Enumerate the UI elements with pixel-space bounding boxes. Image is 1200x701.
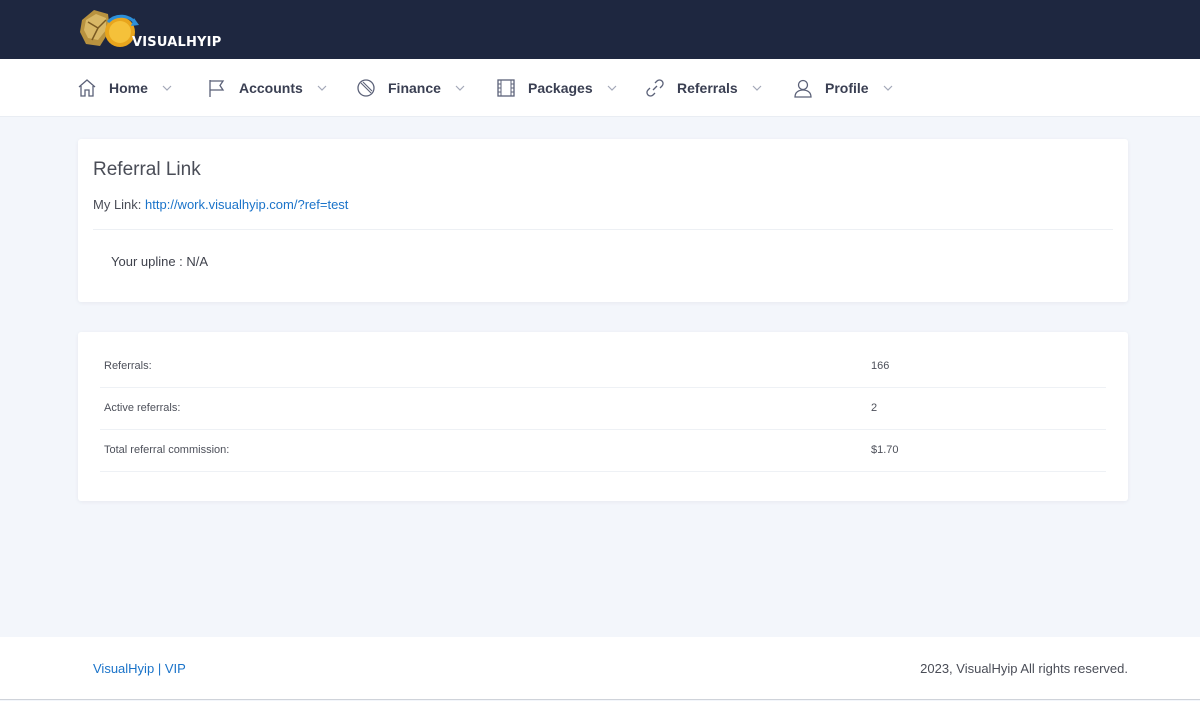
- footer-links: VisualHyip | VIP: [93, 661, 186, 676]
- chevron-down-icon: [883, 85, 893, 91]
- brand-logo[interactable]: VISUALHYIP: [78, 4, 238, 54]
- stat-value: $1.70: [871, 444, 899, 456]
- divider: [93, 229, 1113, 230]
- my-link-row: My Link: http://work.visualhyip.com/?ref…: [93, 197, 348, 212]
- nav-label-profile: Profile: [825, 80, 869, 96]
- footer-separator: |: [157, 661, 162, 676]
- page-title: Referral Link: [93, 159, 201, 180]
- upline-text: Your upline : N/A: [111, 254, 209, 269]
- nav-item-finance[interactable]: Finance: [356, 59, 465, 117]
- nav-item-referrals[interactable]: Referrals: [645, 59, 762, 117]
- user-icon: [794, 79, 812, 98]
- main-nav: Home Accounts Finance Packages Referrals: [0, 59, 1200, 117]
- brand-name: VISUALHYIP: [132, 35, 222, 50]
- stat-value: 2: [871, 402, 878, 414]
- nav-item-profile[interactable]: Profile: [793, 59, 893, 117]
- footer-link-visualhyip[interactable]: VisualHyip: [93, 661, 154, 676]
- coin-icon: [357, 79, 375, 97]
- footer: VisualHyip | VIP 2023, VisualHyip All ri…: [0, 637, 1200, 700]
- nav-label-referrals: Referrals: [677, 80, 738, 96]
- chevron-down-icon: [455, 85, 465, 91]
- table-row: Referrals: 166: [100, 346, 1106, 388]
- nav-item-packages[interactable]: Packages: [496, 59, 617, 117]
- top-bar: VISUALHYIP: [0, 0, 1200, 59]
- stat-label: Active referrals:: [104, 402, 181, 414]
- stat-value: 166: [871, 360, 890, 372]
- stat-label: Referrals:: [104, 360, 152, 372]
- referral-stats-card: Referrals: 166 Active referrals: 2 Total…: [78, 332, 1128, 501]
- nav-label-packages: Packages: [528, 80, 593, 96]
- link-icon: [646, 79, 664, 97]
- my-link-label: My Link:: [93, 197, 142, 212]
- copyright-text: 2023, VisualHyip All rights reserved.: [920, 661, 1128, 676]
- referral-url-link[interactable]: http://work.visualhyip.com/?ref=test: [145, 197, 348, 212]
- table-row: Total referral commission: $1.70: [100, 430, 1106, 472]
- home-icon: [78, 79, 96, 97]
- referral-link-card: Referral Link My Link: http://work.visua…: [78, 139, 1128, 302]
- film-icon: [497, 79, 515, 97]
- hexagon-coin-logo-icon: [80, 10, 139, 47]
- nav-label-finance: Finance: [388, 80, 441, 96]
- chevron-down-icon: [317, 85, 327, 91]
- flag-icon: [209, 80, 225, 97]
- chevron-down-icon: [162, 85, 172, 91]
- chevron-down-icon: [607, 85, 617, 91]
- stat-label: Total referral commission:: [104, 444, 230, 456]
- chevron-down-icon: [752, 85, 762, 91]
- nav-label-accounts: Accounts: [239, 80, 303, 96]
- nav-label-home: Home: [109, 80, 148, 96]
- footer-link-vip[interactable]: VIP: [165, 661, 186, 676]
- nav-item-accounts[interactable]: Accounts: [207, 59, 327, 117]
- table-row: Active referrals: 2: [100, 388, 1106, 430]
- nav-item-home[interactable]: Home: [77, 59, 172, 117]
